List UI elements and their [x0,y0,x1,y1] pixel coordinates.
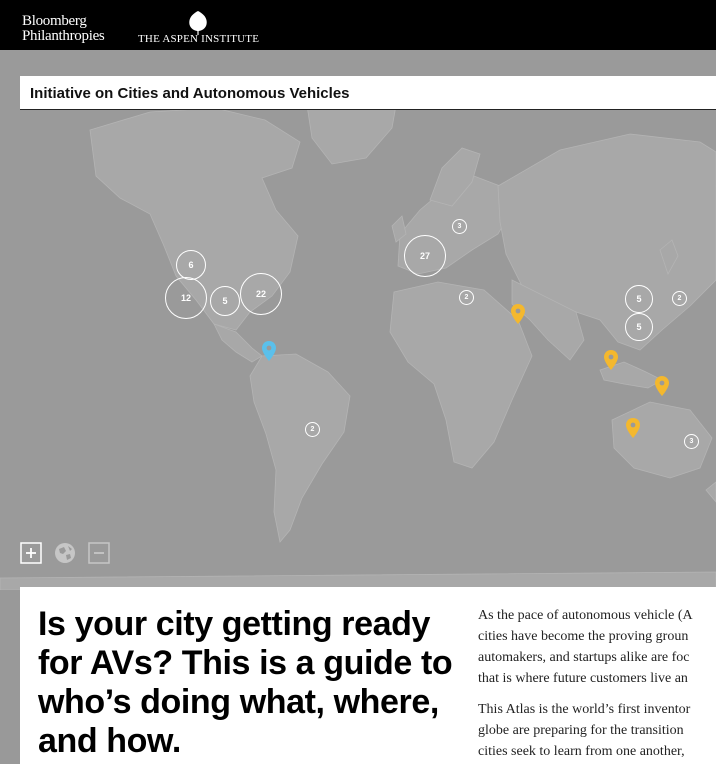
map-cluster[interactable]: 6 [176,250,206,280]
plus-icon[interactable] [20,542,42,564]
map-pin-yellow[interactable] [511,304,525,324]
map-cluster[interactable]: 3 [452,219,467,234]
map-cluster[interactable]: 5 [210,286,240,316]
aspen-leaf-icon [189,11,207,35]
map-pin-yellow[interactable] [604,350,618,370]
page-title: Initiative on Cities and Autonomous Vehi… [30,85,350,102]
map-cluster[interactable]: 12 [165,277,207,319]
map-pin-blue[interactable] [262,341,276,361]
map-title-bar: Initiative on Cities and Autonomous Vehi… [20,76,716,110]
minus-icon[interactable] [88,542,110,564]
map-cluster[interactable]: 22 [240,273,282,315]
map-cluster[interactable]: 27 [404,235,446,277]
map-cluster[interactable]: 5 [625,313,653,341]
aspen-institute-logo[interactable]: THE ASPEN INSTITUTE [138,33,259,45]
map-cluster[interactable]: 2 [672,291,687,306]
map-pin-yellow[interactable] [626,418,640,438]
map-cluster[interactable]: 2 [459,290,474,305]
headline: Is your city getting ready for AVs? This… [38,605,453,760]
intro-text: As the pace of autonomous vehicle (A cit… [478,605,716,764]
intro-panel: Is your city getting ready for AVs? This… [20,587,716,764]
brand-line1: Bloomberg [22,13,87,29]
brand-line2: Philanthropies [22,28,105,44]
map-cluster[interactable]: 2 [305,422,320,437]
world-map[interactable]: 6 12 5 22 27 3 2 5 5 2 2 3 [0,50,716,590]
map-pin-yellow[interactable] [655,376,669,396]
top-bar: Bloomberg Philanthropies THE ASPEN INSTI… [0,0,716,50]
map-cluster[interactable]: 3 [684,434,699,449]
intro-paragraph-2: This Atlas is the world’s first inventor… [478,702,691,759]
map-cluster[interactable]: 5 [625,285,653,313]
globe-icon[interactable] [54,542,76,564]
intro-paragraph-1: As the pace of autonomous vehicle (A cit… [478,608,693,686]
bloomberg-logo[interactable]: Bloomberg Philanthropies [22,13,105,44]
map-land [0,79,716,590]
